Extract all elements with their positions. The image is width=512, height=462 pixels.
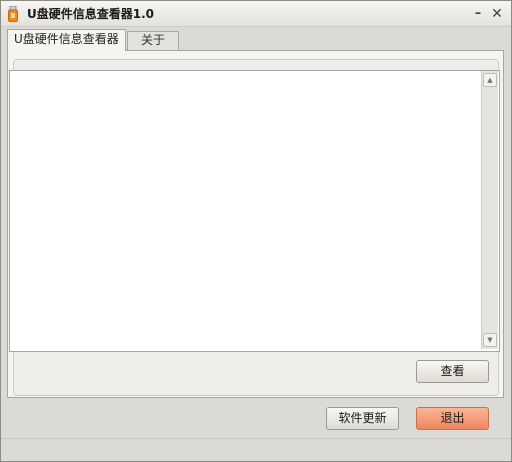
view-button[interactable]: 查看 <box>416 360 489 383</box>
window-title: U盘硬件信息查看器1.0 <box>27 7 155 21</box>
vertical-scrollbar[interactable]: ▲ ▼ <box>481 71 498 349</box>
tab-about[interactable]: 关于 <box>127 31 179 50</box>
title-bar[interactable]: U盘硬件信息查看器1.0 – ✕ <box>1 1 511 27</box>
main-window: U盘硬件信息查看器1.0 – ✕ U盘硬件信息查看器 关于 ▲ ▼ 查看 软件更… <box>0 0 512 462</box>
footer-bar <box>1 439 511 461</box>
software-update-button[interactable]: 软件更新 <box>326 407 399 430</box>
scroll-up-icon[interactable]: ▲ <box>483 73 497 87</box>
info-textarea[interactable] <box>9 70 500 352</box>
scroll-down-icon[interactable]: ▼ <box>483 333 497 347</box>
usb-drive-icon <box>7 5 19 22</box>
close-button[interactable]: ✕ <box>489 6 505 22</box>
minimize-button[interactable]: – <box>470 6 486 22</box>
tab-strip: U盘硬件信息查看器 关于 <box>7 29 505 51</box>
exit-button[interactable]: 退出 <box>416 407 489 430</box>
tab-hardware-info[interactable]: U盘硬件信息查看器 <box>7 29 126 51</box>
